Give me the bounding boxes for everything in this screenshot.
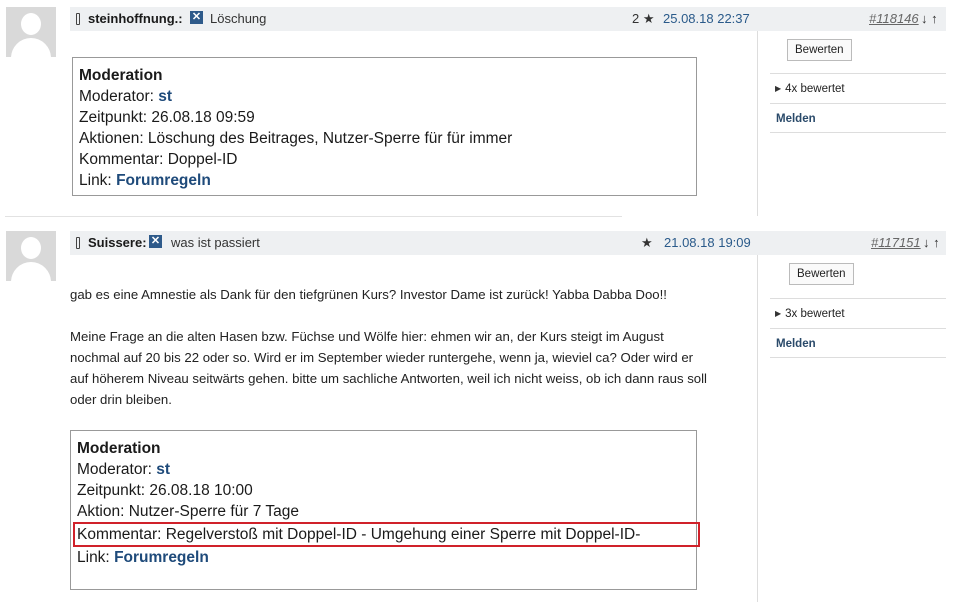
moderation-time: Zeitpunkt: 26.08.18 09:59 (79, 109, 255, 126)
link-label: Link: (77, 549, 115, 566)
post-author[interactable]: steinhoffnung.: (88, 7, 183, 31)
rate-button[interactable]: Bewerten (789, 263, 854, 285)
post-paragraph: gab es eine Amnestie als Dank für den ti… (70, 287, 667, 302)
post-header: Suissere: ✕ was ist passiert ★ 21.08.18 … (70, 231, 946, 255)
moderation-box: Moderation Moderator: st Zeitpunkt: 26.0… (70, 430, 700, 590)
side-divider (757, 255, 758, 602)
moderation-title: Moderation (77, 440, 161, 457)
rated-toggle[interactable]: ▶ 3x bewertet (770, 298, 946, 328)
rules-line: Link: Forumregeln (77, 547, 690, 568)
moderator-line: Moderator: st (77, 459, 690, 480)
expand-triangle-icon: ▶ (775, 84, 782, 93)
moderator-label: Moderator: (77, 461, 157, 478)
rated-count: 3x bewertet (785, 308, 845, 320)
forum-rules-link[interactable]: Forumregeln (114, 549, 209, 566)
nav-arrows[interactable]: ↓ ↑ (921, 7, 938, 31)
moderation-title: Moderation (79, 67, 163, 84)
forum-rules-link[interactable]: Forumregeln (116, 172, 211, 189)
message-icon[interactable]: ✕ (190, 11, 203, 24)
post-title[interactable]: was ist passiert (171, 231, 260, 255)
post-header: steinhoffnung.: ✕ Löschung 2 ★ 25.08.18 … (70, 7, 946, 31)
report-link[interactable]: Melden (770, 328, 946, 358)
moderation-time: Zeitpunkt: 26.08.18 10:00 (77, 482, 253, 499)
post-divider (5, 216, 622, 217)
post-body: gab es eine Amnestie als Dank für den ti… (70, 284, 710, 431)
moderator-link[interactable]: st (158, 88, 172, 105)
rated-count: 4x bewertet (785, 83, 845, 95)
mobile-icon (76, 237, 80, 249)
post-id-link[interactable]: #117151 (871, 231, 921, 255)
moderation-box: Moderation Moderator: st Zeitpunkt: 26.0… (72, 57, 697, 196)
post-2: Suissere: ✕ was ist passiert ★ 21.08.18 … (0, 231, 953, 602)
star-icon: ★ (641, 235, 653, 250)
side-divider (757, 31, 758, 216)
expand-triangle-icon: ▶ (775, 309, 782, 318)
rating-count: 2 ★ (632, 7, 655, 31)
post-title[interactable]: Löschung (210, 7, 266, 31)
rating-number: 2 (632, 11, 640, 26)
avatar[interactable] (6, 231, 56, 281)
moderator-line: Moderator: st (79, 86, 690, 107)
moderation-comment-highlighted: Kommentar: Regelverstoß mit Doppel-ID - … (73, 522, 700, 547)
moderator-link[interactable]: st (156, 461, 170, 478)
post-date: 21.08.18 19:09 (664, 235, 751, 250)
moderator-label: Moderator: (79, 88, 159, 105)
report-link[interactable]: Melden (770, 103, 946, 133)
moderation-action: Aktion: Nutzer-Sperre für 7 Tage (77, 503, 299, 520)
mobile-icon (76, 13, 80, 25)
avatar[interactable] (6, 7, 56, 57)
post-id-link[interactable]: #118146 (869, 7, 919, 31)
link-label: Link: (79, 172, 117, 189)
message-icon[interactable]: ✕ (149, 235, 162, 248)
rules-line: Link: Forumregeln (79, 170, 690, 191)
nav-arrows[interactable]: ↓ ↑ (923, 231, 940, 255)
post-author[interactable]: Suissere: (88, 231, 147, 255)
moderation-comment: Kommentar: Doppel-ID (79, 151, 238, 168)
rated-toggle[interactable]: ▶ 4x bewertet (770, 73, 946, 103)
star-icon: ★ (642, 11, 655, 26)
moderation-actions: Aktionen: Löschung des Beitrages, Nutzer… (79, 130, 513, 147)
post-date: 25.08.18 22:37 (663, 11, 750, 26)
rate-button[interactable]: Bewerten (787, 39, 852, 61)
post-paragraph: Meine Frage an die alten Hasen bzw. Füch… (70, 329, 707, 407)
